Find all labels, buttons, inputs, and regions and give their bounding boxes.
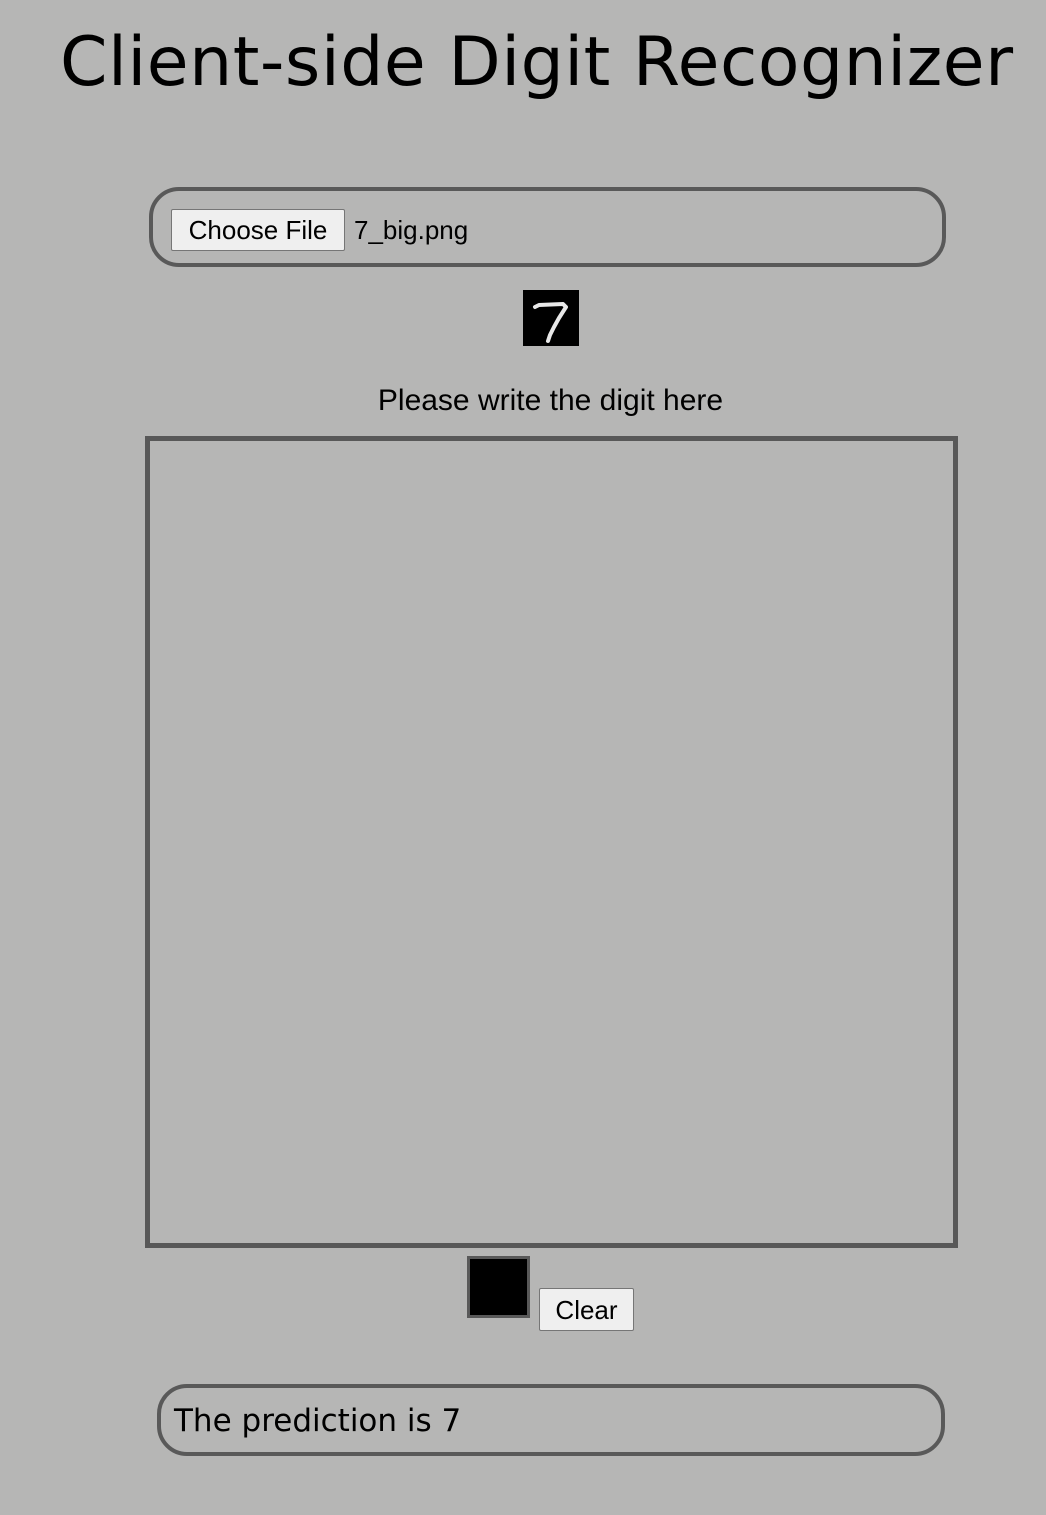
selected-file-name: 7_big.png bbox=[354, 215, 469, 245]
processed-digit-preview bbox=[467, 1256, 530, 1318]
canvas-instruction: Please write the digit here bbox=[377, 384, 724, 417]
digit-seven-image bbox=[533, 302, 568, 343]
page-title: Client-side Digit Recognizer bbox=[60, 23, 1014, 102]
clear-button[interactable]: Clear bbox=[539, 1288, 634, 1331]
uploaded-digit-thumbnail bbox=[523, 290, 579, 346]
prediction-text: The prediction is 7 bbox=[174, 1403, 462, 1439]
choose-file-button[interactable]: Choose File bbox=[171, 209, 345, 251]
drawing-canvas[interactable] bbox=[145, 436, 958, 1248]
